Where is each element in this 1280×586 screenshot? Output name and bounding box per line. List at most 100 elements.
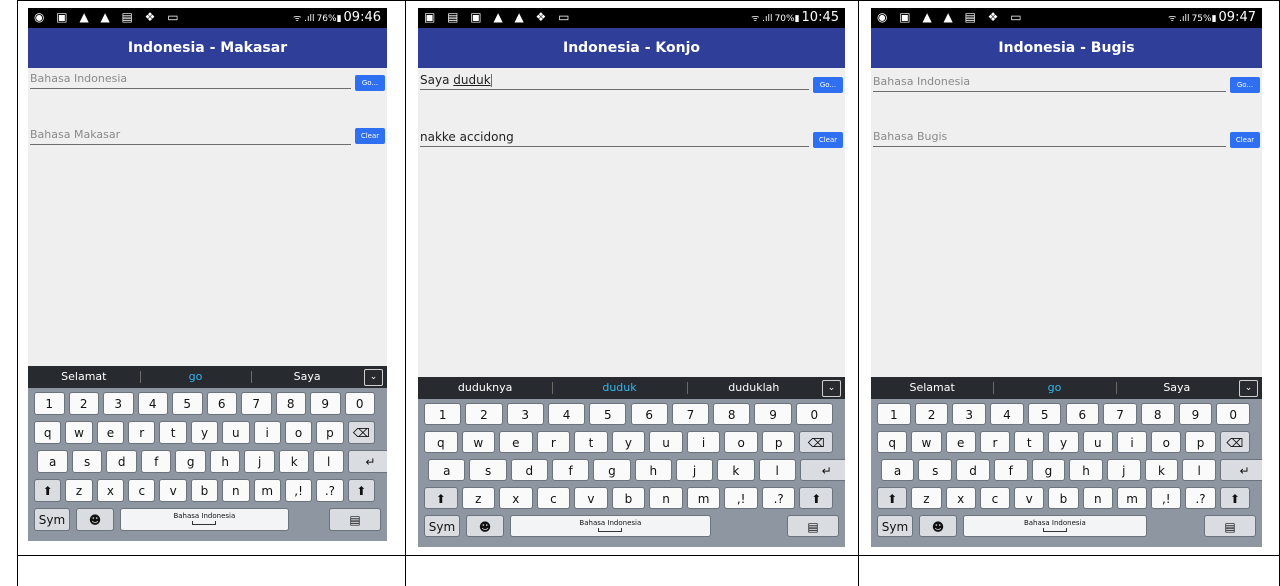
key-8[interactable]: 8 — [713, 403, 751, 425]
key-i[interactable]: i — [1116, 431, 1148, 453]
key-6[interactable]: 6 — [206, 392, 237, 415]
chevron-down-icon[interactable]: ⌄ — [1239, 380, 1258, 397]
shift-key-icon[interactable]: ⬆ — [34, 479, 62, 502]
comma-key[interactable]: ,! — [284, 479, 313, 502]
key-e[interactable]: e — [499, 431, 533, 453]
key-l[interactable]: l — [313, 450, 344, 473]
suggestion-item[interactable]: duduk — [552, 377, 686, 399]
key-9[interactable]: 9 — [310, 392, 341, 415]
key-w[interactable]: w — [65, 421, 93, 444]
key-k[interactable]: k — [278, 450, 310, 473]
key-2[interactable]: 2 — [465, 403, 503, 425]
key-v[interactable]: v — [159, 479, 187, 502]
key-r[interactable]: r — [536, 431, 571, 453]
output-field[interactable]: Bahasa Makasar — [30, 126, 351, 145]
enter-key-icon[interactable]: ↵ — [347, 450, 387, 473]
backspace-key-icon[interactable]: ⌫ — [1219, 431, 1250, 453]
key-h[interactable]: h — [209, 450, 241, 473]
key-w[interactable]: w — [911, 431, 942, 453]
emoji-key-icon[interactable]: ☻ — [466, 515, 504, 537]
key-c[interactable]: c — [128, 479, 156, 502]
key-1[interactable]: 1 — [34, 392, 65, 415]
key-z[interactable]: z — [461, 487, 496, 509]
shift-key-icon[interactable]: ⬆ — [799, 487, 833, 509]
key-d[interactable]: d — [956, 459, 990, 481]
key-c[interactable]: c — [979, 487, 1011, 509]
key-m[interactable]: m — [1116, 487, 1148, 509]
comma-key[interactable]: ,! — [1151, 487, 1182, 509]
key-t[interactable]: t — [1014, 431, 1045, 453]
period-key[interactable]: .? — [316, 479, 344, 502]
shift-key-icon[interactable]: ⬆ — [424, 487, 458, 509]
clear-button[interactable]: Clear — [1230, 132, 1260, 148]
input-field[interactable]: Saya duduk — [420, 71, 809, 90]
space-key[interactable]: Bahasa Indonesia — [510, 515, 711, 537]
key-n[interactable]: n — [649, 487, 683, 509]
key-v[interactable]: v — [1014, 487, 1045, 509]
key-u[interactable]: u — [222, 421, 250, 444]
key-n[interactable]: n — [1082, 487, 1113, 509]
key-7[interactable]: 7 — [241, 392, 272, 415]
key-a[interactable]: a — [428, 459, 466, 481]
chevron-down-icon[interactable]: ⌄ — [364, 369, 383, 386]
key-6[interactable]: 6 — [630, 403, 668, 425]
shift-key-icon[interactable]: ⬆ — [1219, 487, 1250, 509]
key-f[interactable]: f — [140, 450, 172, 473]
key-p[interactable]: p — [1185, 431, 1216, 453]
key-a[interactable]: a — [880, 459, 915, 481]
key-k[interactable]: k — [1144, 459, 1179, 481]
key-2[interactable]: 2 — [914, 403, 949, 425]
backspace-key-icon[interactable]: ⌫ — [347, 421, 375, 444]
key-j[interactable]: j — [1106, 459, 1141, 481]
suggestion-item[interactable]: Saya — [1116, 377, 1238, 399]
key-2[interactable]: 2 — [68, 392, 99, 415]
clipboard-key-icon[interactable]: ▤ — [787, 515, 839, 537]
suggestion-item[interactable]: go — [993, 377, 1115, 399]
key-l[interactable]: l — [1182, 459, 1217, 481]
key-r[interactable]: r — [128, 421, 156, 444]
key-h[interactable]: h — [634, 459, 672, 481]
key-w[interactable]: w — [461, 431, 496, 453]
key-m[interactable]: m — [686, 487, 721, 509]
key-b[interactable]: b — [1048, 487, 1079, 509]
key-s[interactable]: s — [918, 459, 953, 481]
sym-key[interactable]: Sym — [34, 508, 70, 531]
key-z[interactable]: z — [911, 487, 942, 509]
key-c[interactable]: c — [536, 487, 571, 509]
key-g[interactable]: g — [1031, 459, 1066, 481]
emoji-key-icon[interactable]: ☻ — [919, 515, 957, 537]
clipboard-key-icon[interactable]: ▤ — [1204, 515, 1256, 537]
key-f[interactable]: f — [552, 459, 590, 481]
key-x[interactable]: x — [499, 487, 533, 509]
shift-key-icon[interactable]: ⬆ — [877, 487, 908, 509]
period-key[interactable]: .? — [1185, 487, 1216, 509]
go-button[interactable]: Go... — [355, 75, 385, 91]
suggestion-item[interactable]: Saya — [251, 366, 363, 388]
key-5[interactable]: 5 — [172, 392, 203, 415]
key-g[interactable]: g — [593, 459, 631, 481]
suggestion-item[interactable]: Selamat — [871, 377, 993, 399]
key-7[interactable]: 7 — [671, 403, 710, 425]
key-0[interactable]: 0 — [795, 403, 833, 425]
key-o[interactable]: o — [284, 421, 313, 444]
key-q[interactable]: q — [877, 431, 908, 453]
key-5[interactable]: 5 — [1027, 403, 1062, 425]
sym-key[interactable]: Sym — [877, 515, 913, 537]
output-field[interactable]: Bahasa Bugis — [873, 128, 1226, 147]
key-q[interactable]: q — [424, 431, 458, 453]
key-9[interactable]: 9 — [754, 403, 792, 425]
enter-key-icon[interactable]: ↵ — [1220, 459, 1262, 481]
key-3[interactable]: 3 — [103, 392, 134, 415]
space-key[interactable]: Bahasa Indonesia — [120, 508, 289, 531]
key-4[interactable]: 4 — [547, 403, 586, 425]
key-u[interactable]: u — [649, 431, 683, 453]
key-0[interactable]: 0 — [344, 392, 375, 415]
suggestion-item[interactable]: Selamat — [28, 366, 140, 388]
input-field[interactable]: Bahasa Indonesia — [873, 73, 1226, 92]
key-d[interactable]: d — [106, 450, 137, 473]
output-field[interactable]: nakke accidong — [420, 128, 809, 147]
key-1[interactable]: 1 — [877, 403, 911, 425]
suggestion-item[interactable]: duduknya — [418, 377, 552, 399]
key-r[interactable]: r — [979, 431, 1011, 453]
key-h[interactable]: h — [1069, 459, 1103, 481]
